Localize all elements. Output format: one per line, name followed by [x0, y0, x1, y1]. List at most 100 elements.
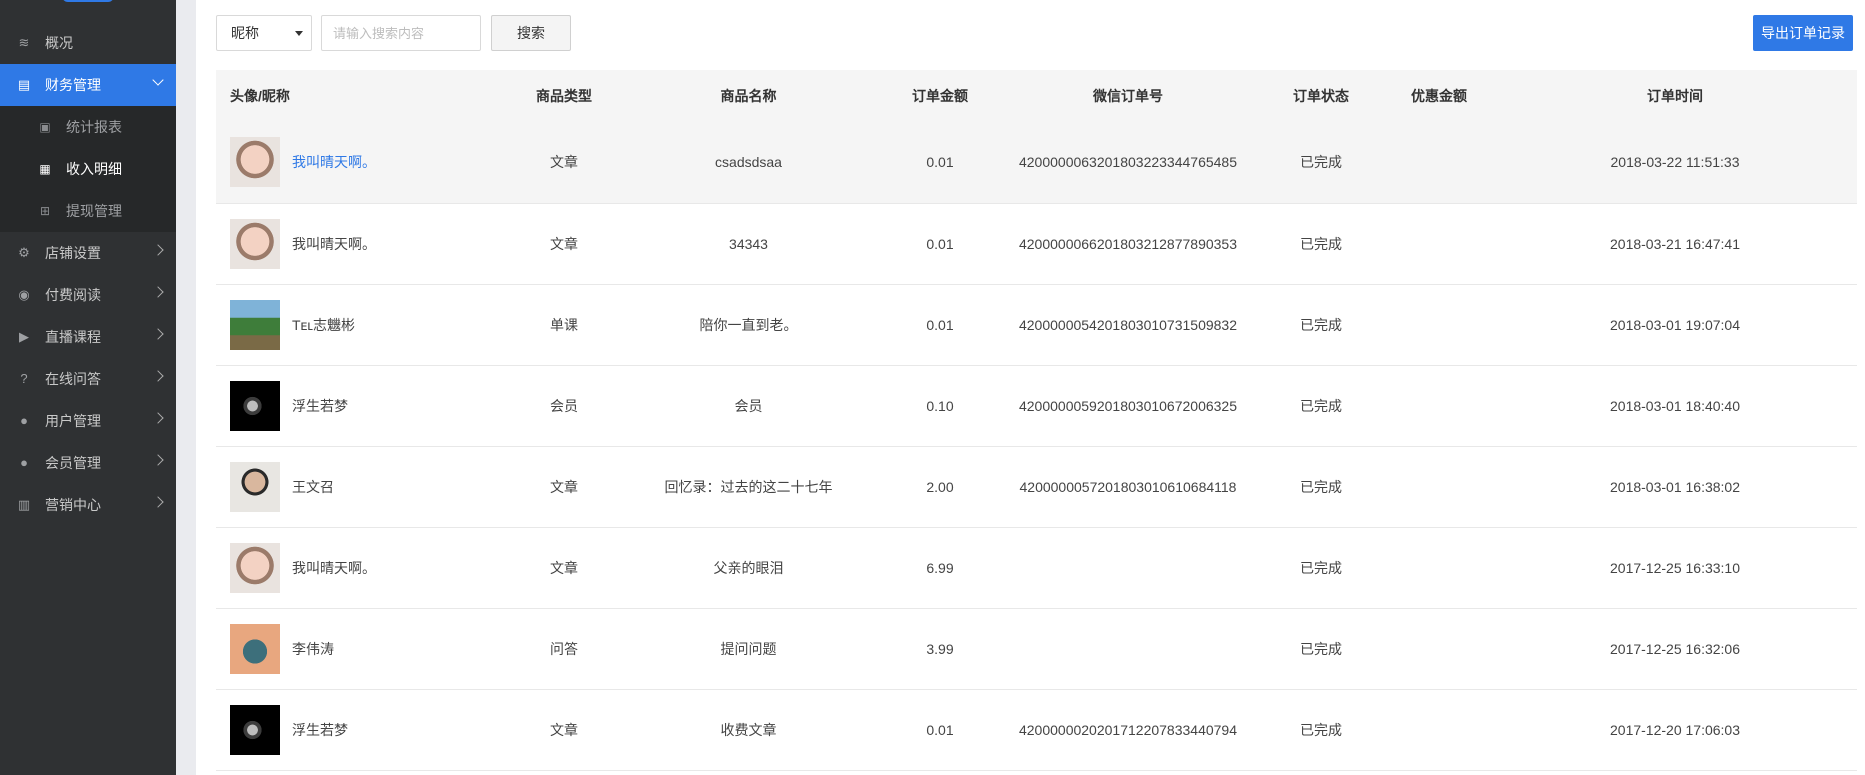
- table-row[interactable]: 我叫晴天啊。 文章 csadsdsaa 0.01 4200000063201803223…: [216, 122, 1857, 203]
- sidebar-item-label: 用户管理: [45, 413, 101, 429]
- calendar-icon: ▦: [39, 162, 51, 176]
- sidebar-item-label: 店铺设置: [45, 245, 101, 261]
- user-nickname[interactable]: 李伟涛: [292, 639, 334, 659]
- product-type-cell: 文章: [550, 478, 578, 495]
- wechat-order-no-cell: 4200000020201712207833440794: [1018, 721, 1237, 738]
- order-status-cell: 已完成: [1300, 640, 1342, 657]
- chevron-down-icon: [152, 74, 164, 86]
- order-time-cell: 2018-03-01 16:38:02: [1610, 478, 1740, 495]
- paid-read-icon: ◉: [18, 287, 30, 302]
- col-header-product-type: 商品类型: [536, 88, 592, 104]
- discount-cell: [1385, 608, 1493, 689]
- product-name-cell: 收费文章: [720, 721, 777, 738]
- order-amount-cell: 0.01: [926, 316, 954, 333]
- sitemap-icon: ⊞: [39, 204, 51, 218]
- finance-icon: ▤: [17, 77, 31, 92]
- user-nickname[interactable]: 浮生若梦: [292, 720, 348, 740]
- user-nickname[interactable]: 浮生若梦: [292, 396, 348, 416]
- col-header-product-name: 商品名称: [720, 88, 777, 104]
- col-header-order-amount: 订单金额: [912, 88, 968, 104]
- caret-down-icon: [295, 31, 303, 36]
- discount-cell: [1385, 122, 1493, 203]
- product-type-cell: 文章: [550, 559, 578, 576]
- order-amount-cell: 3.99: [926, 640, 954, 657]
- product-name-cell: csadsdsaa: [715, 154, 782, 171]
- product-type-cell: 文章: [550, 154, 578, 171]
- user-nickname[interactable]: 王文召: [292, 477, 334, 497]
- table-row[interactable]: 李伟涛 问答 提问问题 3.99 已完成 2017-12-25 16:32:06: [216, 608, 1857, 689]
- table-row[interactable]: 我叫晴天啊。 文章 34343 0.01 42000000662018032128778…: [216, 203, 1857, 284]
- order-amount-cell: 0.10: [926, 397, 954, 414]
- search-field-select-value: 昵称: [231, 25, 259, 41]
- user-nickname[interactable]: 我叫晴天啊。: [292, 558, 376, 578]
- sidebar-menu: ≋ 概况 ▤ 财务管理 ▣ 统计报表 ▦ 收入明细 ⊞ 提现管理 ⚙ 店铺设置 ◉ 付费阅读 ▶ 直播课程? 在…: [0, 22, 176, 526]
- product-name-cell: 提问问题: [720, 640, 777, 657]
- product-type-cell: 文章: [550, 235, 578, 252]
- sidebar-item-label: 概况: [45, 35, 73, 51]
- chevron-right-icon: [152, 370, 164, 382]
- submenu-item[interactable]: ⊞ 提现管理: [0, 190, 176, 232]
- sidebar-item[interactable]: ≋ 概况: [0, 22, 176, 64]
- order-time-cell: 2017-12-25 16:32:06: [1610, 640, 1740, 657]
- product-type-cell: 文章: [550, 721, 578, 738]
- gear-icon: ⚙: [18, 245, 30, 260]
- product-name-cell: 陪你一直到老。: [699, 316, 798, 333]
- search-button[interactable]: 搜索: [491, 15, 571, 51]
- user-nickname[interactable]: 我叫晴天啊。: [292, 234, 376, 254]
- sidebar-item[interactable]: ● 用户管理: [0, 400, 176, 442]
- order-status-cell: 已完成: [1300, 235, 1342, 252]
- col-header-avatar-nick: 头像/昵称: [230, 88, 290, 104]
- chevron-right-icon: [152, 328, 164, 340]
- col-header-discount: 优惠金额: [1411, 88, 1467, 104]
- chevron-right-icon: [152, 496, 164, 508]
- submenu-item-label: 收入明细: [66, 161, 122, 177]
- sidebar-item-label: 营销中心: [45, 497, 101, 513]
- product-type-cell: 单课: [550, 316, 578, 333]
- table-row[interactable]: 王文召 文章 回忆录：过去的这二十七年 2.00 4200000057201803010…: [216, 446, 1857, 527]
- order-amount-cell: 2.00: [926, 478, 954, 495]
- search-field-select[interactable]: 昵称: [216, 15, 312, 51]
- layers-icon: ≋: [18, 35, 30, 50]
- user-nickname[interactable]: 我叫晴天啊。: [292, 152, 376, 172]
- user-icon: ●: [20, 413, 28, 428]
- avatar: [230, 380, 280, 431]
- discount-cell: [1385, 203, 1493, 284]
- col-header-order-time: 订单时间: [1647, 88, 1703, 104]
- order-time-cell: 2018-03-01 19:07:04: [1610, 316, 1740, 333]
- order-time-cell: 2017-12-20 17:06:03: [1610, 721, 1740, 738]
- table-row[interactable]: 浮生若梦 会员 会员 0.10 4200000059201803010672006325…: [216, 365, 1857, 446]
- discount-cell: [1385, 527, 1493, 608]
- order-time-cell: 2018-03-22 11:51:33: [1610, 154, 1740, 171]
- table-row[interactable]: Tᴇʟ志魕彬 单课 陪你一直到老。 0.01 420000005420180301073…: [216, 284, 1857, 365]
- product-name-cell: 会员: [734, 397, 763, 414]
- sidebar-item[interactable]: ▤ 财务管理: [0, 64, 176, 106]
- sidebar-item[interactable]: ▶ 直播课程: [0, 316, 176, 358]
- member-icon: ●: [20, 455, 28, 470]
- submenu-item[interactable]: ▣ 统计报表: [0, 106, 176, 148]
- order-time-cell: 2018-03-01 18:40:40: [1610, 397, 1740, 414]
- sidebar-item[interactable]: ◉ 付费阅读: [0, 274, 176, 316]
- avatar: [230, 623, 280, 674]
- user-nickname[interactable]: Tᴇʟ志魕彬: [292, 315, 355, 335]
- wechat-order-no-cell: 4200000054201803010731509832: [1018, 316, 1237, 333]
- user-cell: 浮生若梦: [216, 689, 512, 770]
- sidebar-item[interactable]: ● 会员管理: [0, 442, 176, 484]
- avatar: [230, 704, 280, 755]
- sidebar-item[interactable]: ▥ 营销中心: [0, 484, 176, 526]
- table-row[interactable]: 我叫晴天啊。 文章 父亲的眼泪 6.99 已完成 2017-12-25 16:33:10: [216, 527, 1857, 608]
- table-header-row: 头像/昵称 商品类型 商品名称 订单金额 微信订单号 订单状态 优惠金额 订单时…: [216, 70, 1857, 122]
- sidebar-item[interactable]: ⚙ 店铺设置: [0, 232, 176, 274]
- product-name-cell: 父亲的眼泪: [713, 559, 784, 576]
- main-content: 昵称 搜索 导出订单记录 头像/昵称 商品类型 商品名称 订单金额 微信订单号 …: [196, 0, 1865, 775]
- search-input[interactable]: [321, 15, 481, 51]
- sidebar: ≋ 概况 ▤ 财务管理 ▣ 统计报表 ▦ 收入明细 ⊞ 提现管理 ⚙ 店铺设置 ◉ 付费阅读 ▶ 直播课程? 在…: [0, 0, 176, 775]
- chevron-right-icon: [152, 454, 164, 466]
- user-cell: 王文召: [216, 446, 512, 527]
- export-orders-button[interactable]: 导出订单记录: [1753, 15, 1853, 51]
- table-row[interactable]: 浮生若梦 文章 收费文章 0.01 42000000202017122078334407…: [216, 689, 1857, 770]
- submenu-item[interactable]: ▦ 收入明细: [0, 148, 176, 190]
- avatar: [230, 218, 280, 269]
- sidebar-item-label: 付费阅读: [45, 287, 101, 303]
- wechat-order-no-cell: 4200000063201803223344765485: [1018, 154, 1237, 171]
- sidebar-item[interactable]: ? 在线问答: [0, 358, 176, 400]
